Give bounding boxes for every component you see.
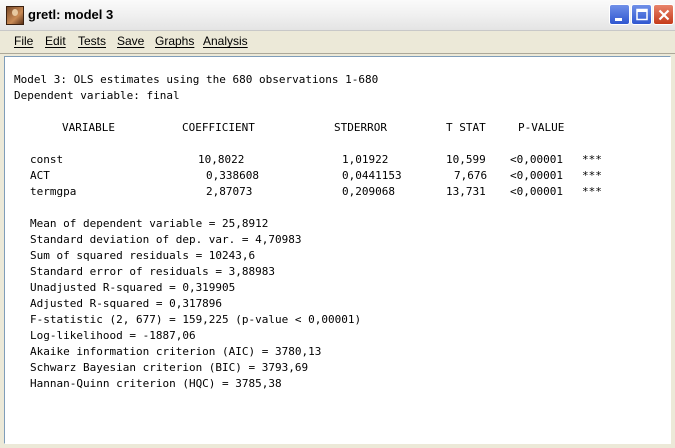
dependent-variable-line: Dependent variable: final: [14, 89, 180, 102]
menu-tests[interactable]: Tests: [78, 34, 106, 48]
stat-f-statistic: F-statistic (2, 677) = 159,225 (p-value …: [30, 313, 362, 326]
column-header-stderror: STDERROR: [334, 121, 387, 134]
row-variable: ACT: [30, 169, 50, 182]
row-coefficient: 0,338608: [206, 169, 259, 182]
menu-bar: File Edit Tests Save Graphs Analysis: [0, 31, 675, 51]
row-pvalue: <0,00001: [510, 153, 563, 166]
column-header-tstat: T STAT: [446, 121, 486, 134]
close-icon: [658, 9, 670, 21]
model-header: Model 3: OLS estimates using the 680 obs…: [14, 73, 379, 86]
minimize-icon: [615, 18, 622, 21]
row-pvalue: <0,00001: [510, 169, 563, 182]
row-variable: termgpa: [30, 185, 77, 198]
close-button[interactable]: [653, 4, 674, 25]
gretl-model-window: gretl: model 3 File Edit Tests Save Grap…: [0, 0, 675, 448]
stat-se-residuals: Standard error of residuals = 3,88983: [30, 265, 276, 278]
menu-analysis[interactable]: Analysis: [203, 34, 248, 48]
title-bar[interactable]: gretl: model 3: [0, 0, 675, 31]
row-stderror: 1,01922: [342, 153, 389, 166]
menubar-separator: [0, 53, 675, 54]
row-coefficient: 2,87073: [206, 185, 253, 198]
menu-edit[interactable]: Edit: [45, 34, 66, 48]
row-coefficient: 10,8022: [198, 153, 245, 166]
window-title: gretl: model 3: [28, 7, 114, 22]
stat-sd-dep-var: Standard deviation of dep. var. = 4,7098…: [30, 233, 302, 246]
minimize-button[interactable]: [609, 4, 630, 25]
row-variable: const: [30, 153, 64, 166]
row-tstat: 13,731: [446, 185, 486, 198]
maximize-button[interactable]: [631, 4, 652, 25]
column-header-pvalue: P-VALUE: [518, 121, 565, 134]
stat-log-likelihood: Log-likelihood = -1887,06: [30, 329, 196, 342]
row-tstat: 7,676: [454, 169, 488, 182]
stat-adjusted-r2: Adjusted R-squared = 0,317896: [30, 297, 223, 310]
row-stderror: 0,0441153: [342, 169, 402, 182]
stat-aic: Akaike information criterion (AIC) = 378…: [30, 345, 322, 358]
column-header-variable: VARIABLE: [62, 121, 115, 134]
menu-graphs[interactable]: Graphs: [155, 34, 194, 48]
stat-hqc: Hannan-Quinn criterion (HQC) = 3785,38: [30, 377, 282, 390]
gretl-app-icon[interactable]: [6, 6, 24, 25]
row-stderror: 0,209068: [342, 185, 395, 198]
row-tstat: 10,599: [446, 153, 486, 166]
maximize-icon: [636, 8, 648, 21]
column-header-coefficient: COEFFICIENT: [182, 121, 255, 134]
row-significance-stars: ***: [582, 169, 602, 182]
row-pvalue: <0,00001: [510, 185, 563, 198]
row-significance-stars: ***: [582, 185, 602, 198]
stat-bic: Schwarz Bayesian criterion (BIC) = 3793,…: [30, 361, 309, 374]
menu-save[interactable]: Save: [117, 34, 144, 48]
menu-file[interactable]: File: [14, 34, 33, 48]
stat-unadjusted-r2: Unadjusted R-squared = 0,319905: [30, 281, 236, 294]
row-significance-stars: ***: [582, 153, 602, 166]
stat-mean-dep-var: Mean of dependent variable = 25,8912: [30, 217, 269, 230]
stat-ssr: Sum of squared residuals = 10243,6: [30, 249, 256, 262]
model-output-text[interactable]: Model 3: OLS estimates using the 680 obs…: [4, 56, 671, 444]
